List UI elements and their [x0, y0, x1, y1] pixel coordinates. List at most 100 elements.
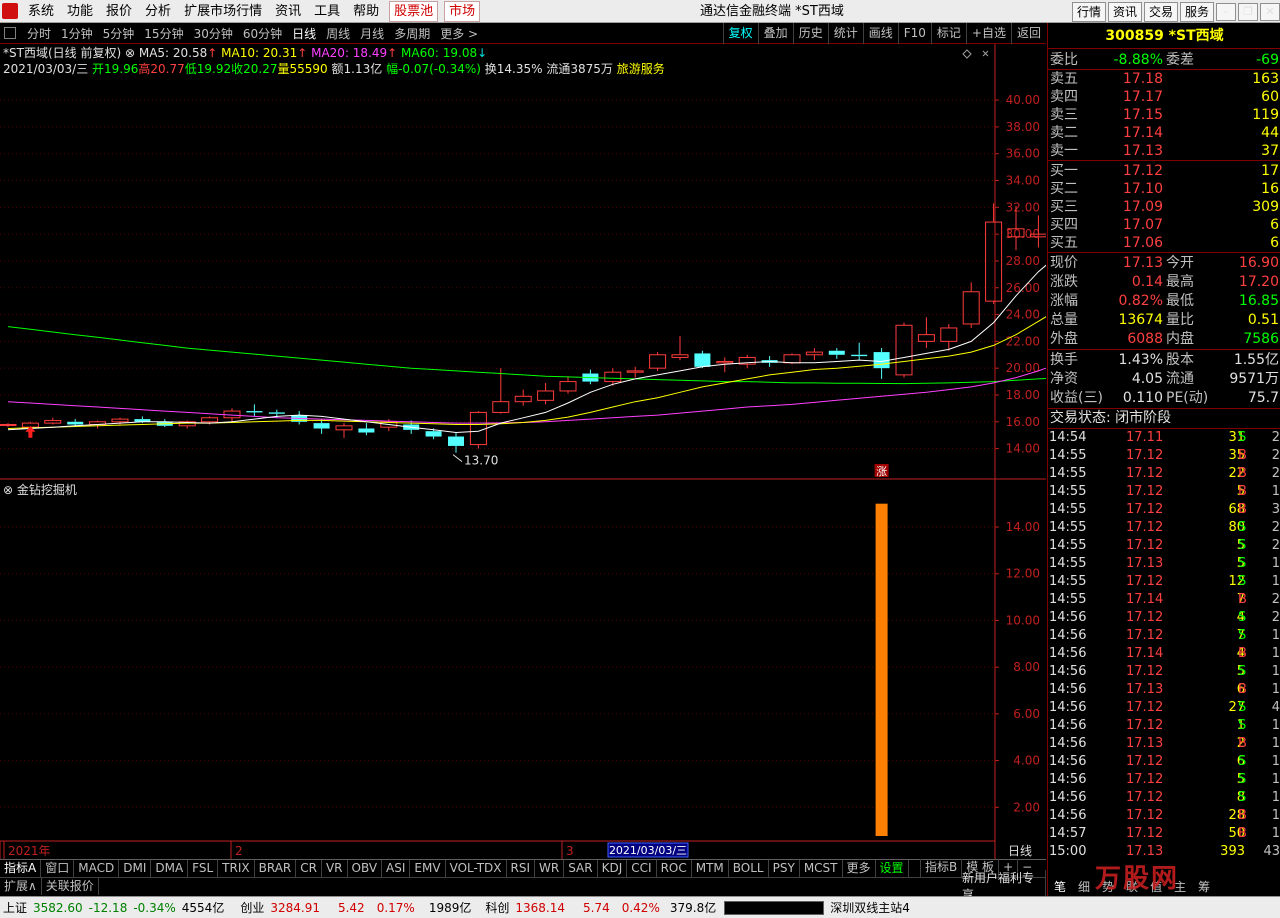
menu-highlight-0[interactable]: 股票池	[389, 1, 439, 22]
chart-tool-0[interactable]: 复权	[722, 23, 758, 44]
top-button-0[interactable]: 行情	[1071, 1, 1106, 22]
top-button-1[interactable]: 资讯	[1107, 1, 1142, 22]
candle-41	[917, 317, 935, 349]
period-tab-3[interactable]: 15分钟	[139, 25, 188, 42]
indicator-tab-24[interactable]: 更多	[843, 860, 876, 877]
indicator-tab-3[interactable]: DMI	[119, 860, 152, 877]
chart-tool-4[interactable]: 画线	[862, 23, 898, 44]
bid-row-1-label: 买二	[1050, 181, 1078, 197]
period-tab-0[interactable]: 分时	[22, 25, 56, 42]
kline-chart[interactable]: 14.00 16.00 18.00 20.00 22.00 24.00 2 6.00 28.00…	[0, 44, 1046, 859]
indicator-right-tab-0[interactable]: 指标B	[920, 859, 961, 877]
sh-index-label[interactable]: 上证	[3, 899, 27, 916]
menu-highlight-1[interactable]: 市场	[444, 1, 481, 22]
indicator-tab-2[interactable]: MACD	[74, 860, 120, 877]
indicator-tab-9[interactable]: VR	[322, 860, 348, 877]
quote-tab-6[interactable]: 筹	[1192, 878, 1216, 896]
period-tab-4[interactable]: 30分钟	[189, 25, 238, 42]
period-tab-7[interactable]: 周线	[321, 25, 355, 42]
bid-row-4: 买五 17.06 6	[1048, 234, 1280, 252]
quote-tab-0[interactable]: 笔	[1048, 878, 1072, 896]
candle-3	[67, 419, 84, 426]
chart-tool-8[interactable]: 返回	[1010, 23, 1046, 44]
toggle-icon[interactable]: ⊗	[3, 483, 13, 497]
menu-item-1[interactable]: 功能	[61, 0, 100, 23]
indicator-tab-0[interactable]: 指标A	[0, 860, 42, 877]
menu-item-6[interactable]: 工具	[308, 0, 347, 23]
ext-tab-1[interactable]: 关联报价	[42, 878, 99, 895]
period-tab-10[interactable]: 更多 >	[435, 25, 483, 42]
cy-index-label[interactable]: 创业	[240, 899, 264, 916]
chart-tool-7[interactable]: +自选	[965, 23, 1011, 44]
menu-item-7[interactable]: 帮助	[347, 0, 386, 23]
indicator-tab-16[interactable]: SAR	[564, 860, 598, 877]
tick-row-13: 14:56 17.12 5 S 1	[1049, 664, 1280, 679]
indicator-tab-25[interactable]: 设置	[876, 860, 909, 877]
minimize-icon[interactable]: –	[1216, 2, 1236, 21]
indicator-tab-21[interactable]: BOLL	[729, 860, 769, 877]
indicator-tab-6[interactable]: TRIX	[218, 860, 255, 877]
ask-row-1-price: 17.17	[1122, 89, 1163, 105]
close-icon[interactable]: ✕	[1260, 2, 1280, 21]
period-tab-5[interactable]: 60分钟	[238, 25, 287, 42]
indicator-tab-19[interactable]: ROC	[657, 860, 692, 877]
chart-tool-3[interactable]: 统计	[827, 23, 863, 44]
quote-tab-1[interactable]: 细	[1072, 878, 1096, 896]
indicator-tab-12[interactable]: EMV	[410, 860, 446, 877]
indicator-tab-17[interactable]: KDJ	[598, 860, 628, 877]
stat2-row-0: 换手 1.43% 股本 1.55亿	[1050, 352, 1279, 368]
indicator-tab-23[interactable]: MCST	[800, 860, 843, 877]
indicator-tab-15[interactable]: WR	[535, 860, 565, 877]
candle-21	[469, 411, 487, 449]
candle-0	[0, 423, 17, 428]
price-tick-12: 38.00	[1006, 120, 1040, 134]
menu-item-5[interactable]: 资讯	[269, 0, 308, 23]
ask-row-4-price: 17.13	[1122, 143, 1163, 159]
indicator-tab-14[interactable]: RSI	[507, 860, 536, 877]
server-label[interactable]: 深圳双线主站4	[830, 899, 910, 916]
chart-tool-2[interactable]: 历史	[792, 23, 828, 44]
period-tab-2[interactable]: 5分钟	[98, 25, 140, 42]
kc-index-label[interactable]: 科创	[485, 899, 509, 916]
indicator-tab-5[interactable]: FSL	[188, 860, 219, 877]
bid-row-2: 买三 17.09 309	[1048, 198, 1280, 216]
chart-tool-5[interactable]: F10	[897, 23, 931, 44]
menu-item-0[interactable]: 系统	[22, 0, 61, 23]
indicator-tab-13[interactable]: VOL-TDX	[446, 860, 507, 877]
window-toggle-icon[interactable]	[4, 27, 16, 39]
indicator-tab-1[interactable]: 窗口	[41, 860, 75, 877]
indicator-tab-11[interactable]: ASI	[382, 860, 411, 877]
candle-22	[492, 368, 510, 414]
candle-2	[44, 417, 62, 425]
menu-item-2[interactable]: 报价	[100, 0, 139, 23]
ind-tick-4: 10.00	[1006, 613, 1040, 627]
price-tick-0: 14.00	[1006, 442, 1040, 456]
indicator-tab-20[interactable]: MTM	[692, 860, 729, 877]
top-button-3[interactable]: 服务	[1179, 1, 1214, 22]
restore-icon[interactable]: ❐	[1238, 2, 1258, 21]
indicator-tab-22[interactable]: PSY	[769, 860, 800, 877]
chart-tool-6[interactable]: 标记	[930, 23, 966, 44]
quote-panel: 300859 *ST西域 委比 -8.88% 委差 -69 卖五 17.18 163 卖四 17…	[1047, 23, 1280, 896]
main-menu: 系统 功能 报价 分析 扩展市场行情 资讯 工具 帮助 股票池 市场	[22, 0, 483, 23]
menu-item-4[interactable]: 扩展市场行情	[178, 0, 269, 23]
indicator-tab-7[interactable]: BRAR	[255, 860, 297, 877]
top-button-2[interactable]: 交易	[1143, 1, 1178, 22]
ask-row-2-vol: 119	[1252, 107, 1279, 123]
chart-tool-1[interactable]: 叠加	[757, 23, 793, 44]
period-tab-6[interactable]: 日线	[287, 25, 321, 42]
bid-row-3-price: 17.07	[1122, 217, 1163, 233]
cy-index-amount: 1989亿	[428, 901, 472, 915]
ext-tab-0[interactable]: 扩展∧	[0, 878, 42, 895]
indicator-tab-18[interactable]: CCI	[627, 860, 657, 877]
tick-row-15: 14:56 17.12 27 S 4	[1049, 700, 1280, 715]
stock-code-title[interactable]: 300859 *ST西域	[1048, 23, 1280, 49]
menu-item-3[interactable]: 分析	[139, 0, 178, 23]
ask-row-3-price: 17.14	[1122, 125, 1163, 141]
period-tab-8[interactable]: 月线	[355, 25, 389, 42]
indicator-tab-4[interactable]: DMA	[151, 860, 189, 877]
indicator-tab-8[interactable]: CR	[296, 860, 322, 877]
period-tab-1[interactable]: 1分钟	[56, 25, 98, 42]
indicator-tab-10[interactable]: OBV	[348, 860, 383, 877]
period-tab-9[interactable]: 多周期	[389, 25, 435, 42]
